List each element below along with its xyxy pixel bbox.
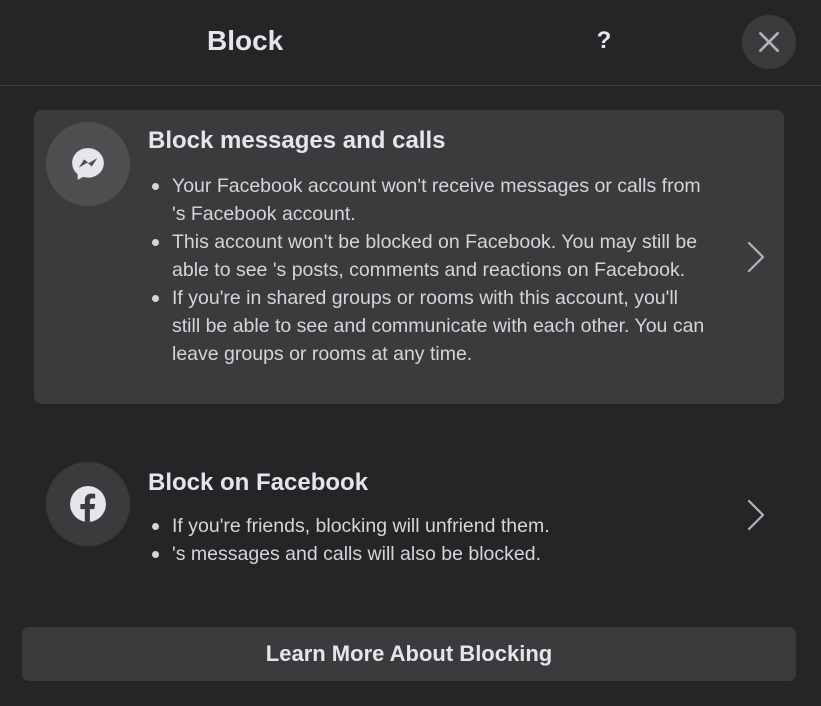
help-icon[interactable]: ? <box>595 26 613 56</box>
option-title: Block on Facebook <box>148 469 369 496</box>
option-block-messages-and-calls[interactable]: Block messages and calls Your Facebook a… <box>34 110 784 404</box>
messenger-icon-circle <box>46 122 130 206</box>
bullet-item: If you're in shared groups or rooms with… <box>148 284 708 368</box>
learn-more-button[interactable]: Learn More About Blocking <box>22 627 796 681</box>
dialog-header: Block ? <box>0 0 821 86</box>
chevron-right-icon <box>747 241 765 273</box>
facebook-icon <box>70 486 106 522</box>
close-icon <box>759 32 779 52</box>
bullet-list: Your Facebook account won't receive mess… <box>148 172 708 368</box>
bullet-item: 's messages and calls will also be block… <box>148 540 708 568</box>
option-title: Block messages and calls <box>148 127 446 154</box>
close-button[interactable] <box>742 15 796 69</box>
dialog-title: Block <box>207 25 284 56</box>
block-dialog: Block ? Block messages and calls Your Fa… <box>0 0 821 706</box>
chevron-right-icon <box>747 499 765 531</box>
messenger-icon <box>72 148 104 180</box>
facebook-icon-circle <box>46 462 130 546</box>
bullet-item: If you're friends, blocking will unfrien… <box>148 512 708 540</box>
bullet-item: This account won't be blocked on Faceboo… <box>148 228 708 284</box>
option-block-on-facebook[interactable]: Block on Facebook If you're friends, blo… <box>34 446 784 586</box>
bullet-list: If you're friends, blocking will unfrien… <box>148 512 708 568</box>
bullet-item: Your Facebook account won't receive mess… <box>148 172 708 228</box>
